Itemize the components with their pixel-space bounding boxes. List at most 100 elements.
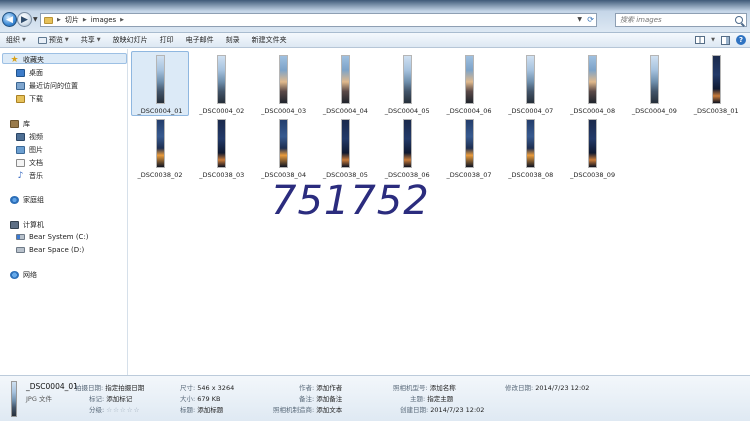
- organize-label: 组织: [6, 36, 20, 44]
- image-thumbnail: [588, 119, 598, 168]
- field-label: 备注:: [299, 395, 315, 403]
- recent-pages-dropdown[interactable]: ▼: [33, 16, 38, 23]
- chevron-down-icon: ▼: [64, 37, 69, 43]
- forward-button[interactable]: ▶: [17, 12, 32, 27]
- nav-pictures[interactable]: 图片: [16, 145, 43, 155]
- nav-documents[interactable]: 文档: [16, 158, 43, 168]
- image-thumbnail: [402, 119, 412, 168]
- nav-desktop[interactable]: 桌面: [16, 68, 43, 78]
- comment-value[interactable]: 添加备注: [316, 395, 342, 403]
- file-name-label: _DSC0004_08: [570, 107, 616, 115]
- file-item[interactable]: _DSC0038_02: [131, 115, 189, 180]
- nav-recent-places[interactable]: 最近访问的位置: [16, 81, 78, 91]
- nav-downloads[interactable]: 下载: [16, 94, 43, 104]
- arrow-left-icon: ◀: [6, 14, 13, 25]
- refresh-icon[interactable]: ⟳: [587, 15, 594, 24]
- change-view-icon[interactable]: [695, 36, 706, 44]
- organize-button[interactable]: 组织 ▼: [0, 35, 32, 45]
- file-item[interactable]: _DSC0004_01: [131, 51, 189, 116]
- file-list-view[interactable]: _DSC0004_01 _DSC0004_02 _DSC0004_03 _DSC000…: [129, 49, 750, 375]
- subject-value[interactable]: 指定主题: [427, 395, 453, 403]
- shot-date-row: 拍摄日期: 指定拍摄日期: [75, 382, 144, 392]
- file-item[interactable]: _DSC0038_09: [564, 115, 622, 180]
- print-button[interactable]: 打印: [154, 35, 180, 45]
- camera-model-row: 照相机型号: 添加名称: [393, 382, 456, 392]
- system-drive-icon: [16, 234, 25, 240]
- file-item[interactable]: _DSC0004_05: [378, 51, 436, 116]
- preview-pane-icon[interactable]: [721, 35, 730, 45]
- file-item[interactable]: _DSC0038_05: [316, 115, 374, 180]
- file-item[interactable]: _DSC0004_09: [625, 51, 683, 116]
- chevron-right-icon[interactable]: ▶: [120, 17, 124, 23]
- field-label: 分级:: [89, 406, 105, 414]
- file-item[interactable]: _DSC0038_03: [193, 115, 251, 180]
- field-label: 照相机制造商:: [273, 406, 315, 414]
- nav-homegroup[interactable]: 家庭组: [10, 195, 44, 205]
- computer-icon: [10, 221, 19, 229]
- created-date-value: 2014/7/23 12:02: [430, 406, 485, 414]
- file-item[interactable]: _DSC0004_02: [193, 51, 251, 116]
- nav-drive-d[interactable]: Bear Space (D:): [16, 246, 84, 254]
- file-item[interactable]: _DSC0004_04: [316, 51, 374, 116]
- tags-value[interactable]: 添加标记: [106, 395, 132, 403]
- field-label: 主题:: [410, 395, 426, 403]
- search-box[interactable]: [615, 13, 747, 27]
- library-icon: [10, 120, 19, 128]
- email-button[interactable]: 电子邮件: [180, 35, 220, 45]
- file-item[interactable]: _DSC0038_04: [255, 115, 313, 180]
- breadcrumb-item[interactable]: 切片: [65, 15, 79, 25]
- share-button[interactable]: 共享 ▼: [75, 35, 107, 45]
- file-item[interactable]: _DSC0004_06: [440, 51, 498, 116]
- file-item[interactable]: _DSC0038_06: [378, 115, 436, 180]
- nav-music[interactable]: ♪ 音乐: [16, 171, 43, 181]
- rating-stars[interactable]: ☆☆☆☆☆: [106, 406, 140, 414]
- camera-maker-value[interactable]: 添加文本: [316, 406, 342, 414]
- dimensions-row: 尺寸: 546 x 3264: [180, 382, 234, 392]
- back-button[interactable]: ◀: [2, 12, 17, 27]
- slideshow-button[interactable]: 放映幻灯片: [107, 35, 154, 45]
- chevron-down-icon: ▼: [22, 37, 26, 43]
- image-thumbnail: [464, 55, 474, 104]
- tags-row: 标记: 添加标记: [89, 393, 132, 403]
- field-label: 创建日期:: [400, 406, 429, 414]
- file-item[interactable]: _DSC0004_03: [255, 51, 313, 116]
- desktop-icon: [16, 69, 25, 77]
- help-icon[interactable]: ?: [736, 35, 746, 45]
- nav-favorites[interactable]: ★ 收藏夹: [10, 55, 44, 65]
- burn-button[interactable]: 刻录: [220, 35, 246, 45]
- shot-date-value[interactable]: 指定拍摄日期: [105, 384, 144, 392]
- file-item[interactable]: _DSC0038_08: [502, 115, 560, 180]
- nav-drive-c[interactable]: Bear System (C:): [16, 233, 89, 241]
- nav-videos[interactable]: 视频: [16, 132, 43, 142]
- dimensions-value: 546 x 3264: [197, 384, 235, 392]
- address-field[interactable]: ▶ 切片 ▶ images ▶ ▼ ⟳: [40, 13, 597, 27]
- nav-label: 图片: [29, 146, 43, 154]
- camera-model-value[interactable]: 添加名称: [430, 384, 456, 392]
- image-thumbnail: [279, 55, 289, 104]
- search-input[interactable]: [620, 16, 725, 24]
- size-value: 679 KB: [197, 395, 221, 403]
- address-history-dropdown[interactable]: ▼: [577, 16, 582, 23]
- breadcrumb-item[interactable]: images: [91, 16, 116, 24]
- nav-computer[interactable]: 计算机: [10, 220, 44, 230]
- preview-button[interactable]: 预览 ▼: [32, 35, 75, 45]
- new-folder-button[interactable]: 新建文件夹: [246, 35, 293, 45]
- nav-libraries[interactable]: 库: [10, 119, 30, 129]
- file-preview-thumbnail: [11, 381, 17, 417]
- file-item[interactable]: _DSC0038_07: [440, 115, 498, 180]
- nav-network[interactable]: 网络: [10, 270, 37, 280]
- file-name-label: _DSC0004_09: [631, 107, 677, 115]
- videos-library-icon: [16, 133, 25, 141]
- search-icon[interactable]: [735, 16, 743, 24]
- author-value[interactable]: 添加作者: [316, 384, 342, 392]
- nav-label: 家庭组: [23, 196, 44, 204]
- chevron-right-icon[interactable]: ▶: [57, 17, 61, 23]
- title-value[interactable]: 添加标题: [197, 406, 223, 414]
- chevron-right-icon[interactable]: ▶: [83, 17, 87, 23]
- file-item[interactable]: _DSC0038_01: [687, 51, 745, 116]
- file-item[interactable]: _DSC0004_07: [502, 51, 560, 116]
- chevron-down-icon[interactable]: ▼: [711, 37, 715, 43]
- file-item[interactable]: _DSC0004_08: [564, 51, 622, 116]
- image-thumbnail: [340, 119, 350, 168]
- nav-label: 收藏夹: [23, 56, 44, 64]
